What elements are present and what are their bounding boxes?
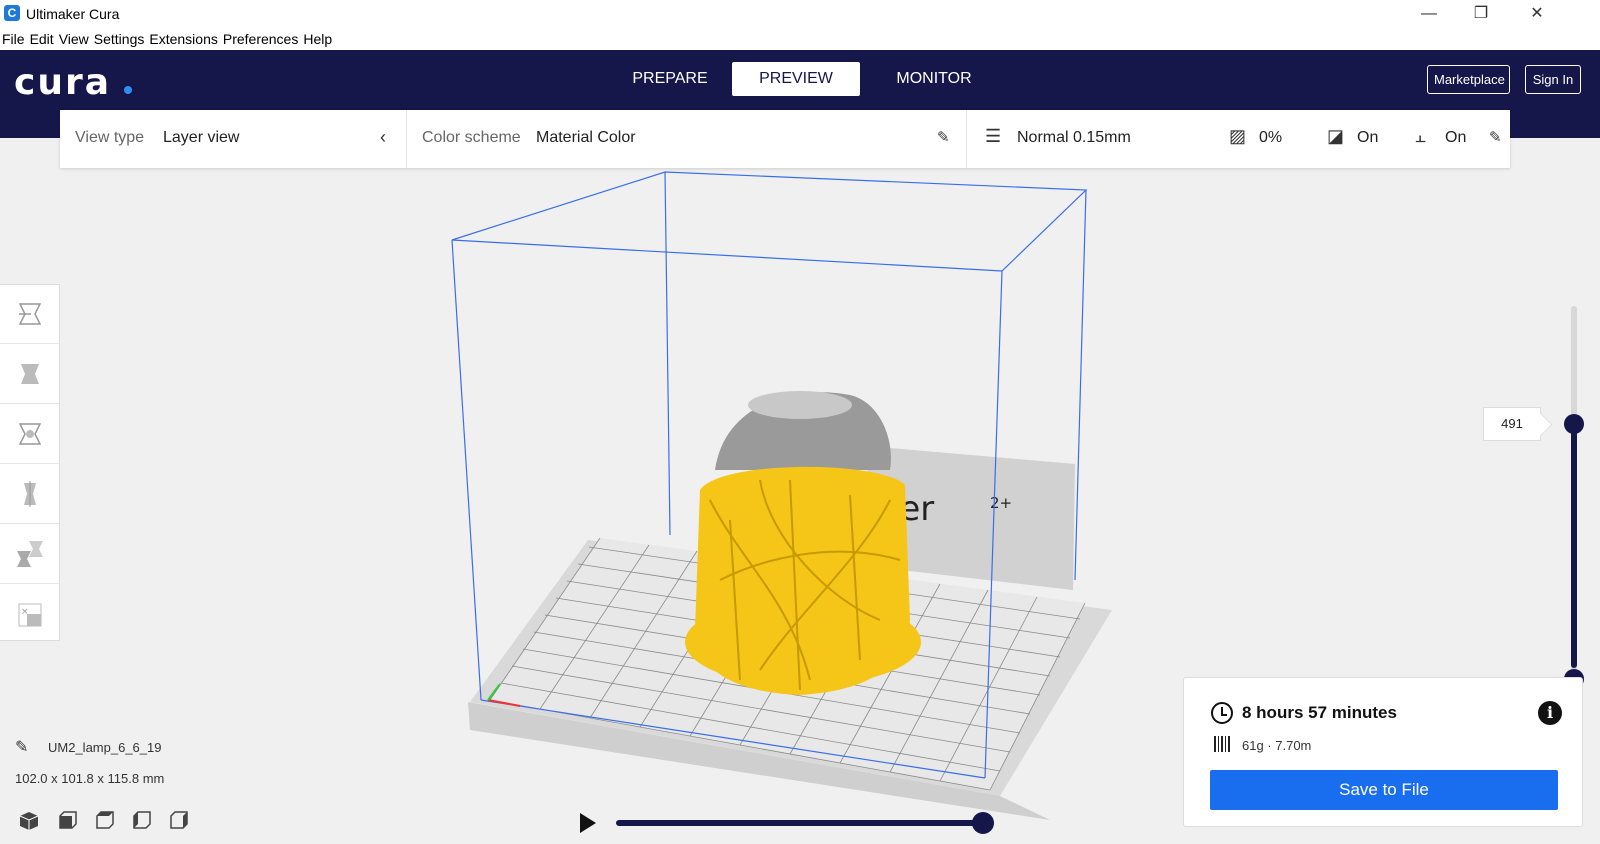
top-view-icon[interactable] [93, 810, 115, 832]
marketplace-button[interactable]: Marketplace [1427, 65, 1510, 94]
support-blocker-tool-button[interactable]: × [0, 585, 59, 644]
layer-number-field[interactable]: 491 [1483, 407, 1541, 441]
rotate-icon [18, 423, 41, 445]
tool-panel: × [0, 284, 60, 641]
title-bar: C Ultimaker Cura — ❐ ✕ [0, 0, 1600, 28]
cura-logo: cura [14, 62, 112, 103]
support-icon: ◪ [1327, 126, 1345, 146]
pencil-icon[interactable]: ✎ [1489, 128, 1502, 146]
sign-in-button[interactable]: Sign In [1525, 65, 1581, 94]
material-usage: 61g · 7.70m [1242, 738, 1312, 753]
mirror-icon [23, 481, 36, 507]
per-model-settings-tool-button[interactable] [0, 525, 59, 584]
infill-value: 0% [1259, 129, 1283, 146]
infill-icon: ▨ [1229, 126, 1247, 146]
front-view-icon[interactable] [56, 810, 78, 832]
layer-slider-upper-handle[interactable] [1564, 414, 1584, 434]
3d-view-icon[interactable] [18, 810, 40, 832]
save-to-file-button[interactable]: Save to File [1210, 770, 1558, 810]
view-type-selector[interactable]: View type Layer view ‹ [60, 110, 407, 168]
simulation-slider-track[interactable] [616, 820, 984, 826]
menu-file[interactable]: File [2, 28, 25, 50]
view-type-label: View type [75, 129, 145, 146]
mirror-tool-button[interactable] [0, 465, 59, 524]
logo-dot [124, 86, 132, 94]
menu-help[interactable]: Help [303, 28, 332, 50]
printer-model-suffix: 2+ [990, 494, 1012, 512]
tab-monitor[interactable]: MONITOR [884, 62, 984, 96]
minimize-button[interactable]: — [1406, 0, 1452, 28]
scale-tool-button[interactable] [0, 345, 59, 404]
model-name: UM2_lamp_6_6_19 [48, 740, 162, 755]
menu-bar: File Edit View Settings Extensions Prefe… [0, 28, 1600, 50]
simulation-slider-handle[interactable] [972, 812, 994, 834]
support-value: On [1357, 129, 1379, 146]
chevron-left-icon[interactable]: ‹ [380, 127, 386, 148]
maximize-button[interactable]: ❐ [1458, 0, 1504, 28]
model-ghost-rim [748, 391, 852, 419]
per-model-settings-icon [16, 541, 43, 567]
menu-extensions[interactable]: Extensions [149, 28, 217, 50]
menu-edit[interactable]: Edit [30, 28, 54, 50]
menu-settings[interactable]: Settings [94, 28, 145, 50]
scale-icon [20, 364, 39, 384]
layer-slider-range [1571, 424, 1577, 668]
model-base-brim [685, 598, 921, 686]
cura-app-icon: C [4, 5, 20, 21]
color-scheme-selector[interactable]: Color scheme Material Color ✎ [407, 110, 967, 168]
adhesion-value: On [1445, 129, 1467, 146]
cura-window: C Ultimaker Cura — ❐ ✕ File Edit View Se… [0, 0, 1600, 844]
color-scheme-value: Material Color [536, 129, 636, 146]
tab-prepare[interactable]: PREPARE [620, 62, 720, 96]
move-tool-button[interactable] [0, 285, 59, 344]
menu-view[interactable]: View [59, 28, 89, 50]
svg-text:×: × [21, 607, 29, 617]
close-button[interactable]: ✕ [1514, 0, 1560, 28]
pencil-icon[interactable]: ✎ [15, 737, 28, 757]
info-icon[interactable]: i [1538, 701, 1562, 725]
clock-icon [1211, 702, 1233, 724]
right-view-icon[interactable] [167, 810, 189, 832]
view-type-value: Layer view [163, 129, 240, 146]
window-title: Ultimaker Cura [26, 6, 120, 22]
settings-bar: View type Layer view ‹ Color scheme Mate… [60, 110, 1510, 168]
support-blocker-icon: × [18, 603, 41, 626]
pencil-icon[interactable]: ✎ [937, 128, 950, 146]
profile-icon: ☰ [985, 126, 1002, 146]
adhesion-icon: ⫠ [1415, 126, 1426, 146]
profile-value: Normal 0.15mm [1017, 129, 1131, 146]
print-settings-selector[interactable]: ☰ Normal 0.15mm ▨ 0% ◪ On ⫠ On ✎ [967, 110, 1510, 168]
menu-preferences[interactable]: Preferences [223, 28, 298, 50]
print-info-panel: 8 hours 57 minutes i 61g · 7.70m Save to… [1183, 677, 1583, 827]
move-icon [18, 303, 41, 325]
tab-preview[interactable]: PREVIEW [732, 62, 860, 96]
play-icon[interactable] [580, 813, 596, 833]
model-dimensions: 102.0 x 101.8 x 115.8 mm [15, 771, 165, 786]
print-time: 8 hours 57 minutes [1242, 703, 1397, 722]
material-spool-icon [1214, 736, 1230, 752]
left-view-icon[interactable] [130, 810, 152, 832]
color-scheme-label: Color scheme [422, 129, 521, 146]
rotate-tool-button[interactable] [0, 405, 59, 464]
